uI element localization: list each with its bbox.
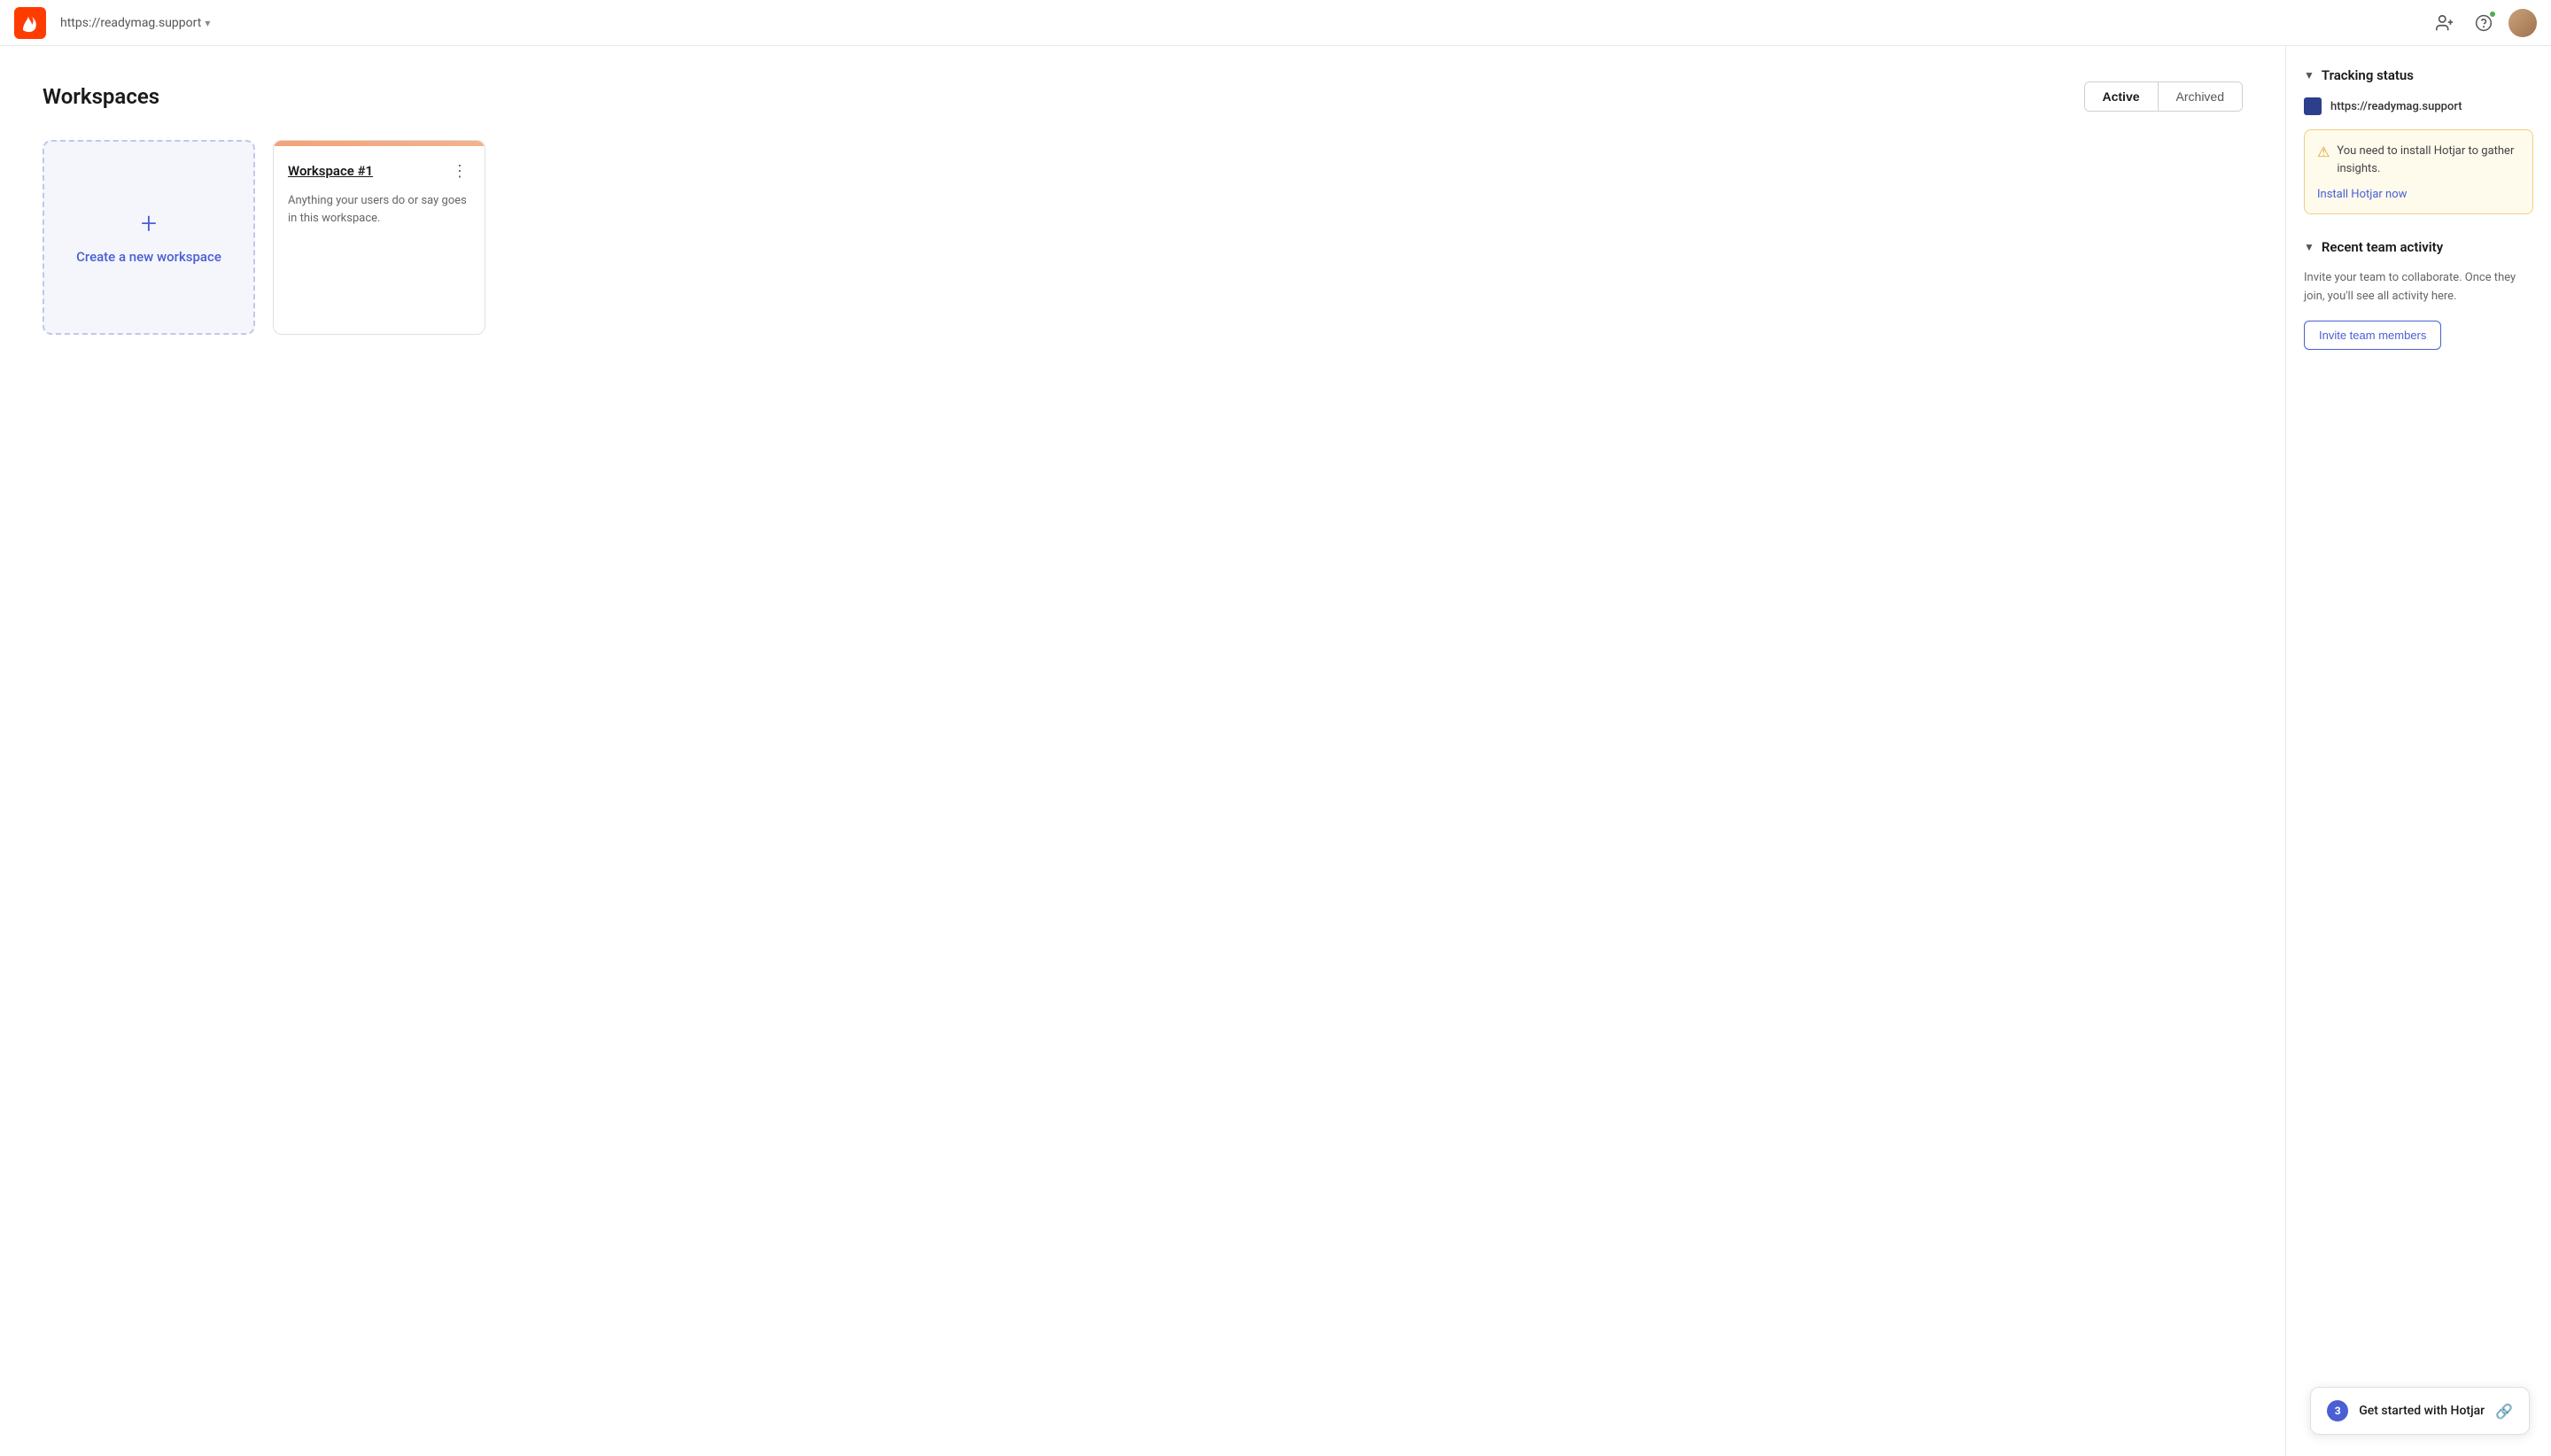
warning-text: You need to install Hotjar to gather ins… — [2337, 143, 2520, 177]
site-url-selector[interactable]: https://readymag.support ▾ — [60, 16, 210, 30]
workspace-card-body: Workspace #1 ⋮ Anything your users do or… — [274, 146, 485, 334]
avatar-image — [2508, 9, 2537, 37]
activity-section-title: Recent team activity — [2322, 239, 2443, 255]
plus-icon: + — [141, 209, 157, 237]
site-url-text: https://readymag.support — [60, 16, 201, 30]
page-title: Workspaces — [43, 84, 159, 109]
filter-tabs: Active Archived — [2084, 81, 2244, 112]
hotjar-logo — [14, 7, 46, 39]
warning-icon: ⚠ — [2317, 143, 2330, 160]
warning-header: ⚠ You need to install Hotjar to gather i… — [2317, 143, 2520, 177]
site-favicon — [2304, 97, 2322, 115]
logo-area[interactable] — [14, 7, 46, 39]
get-started-badge: 3 — [2327, 1400, 2348, 1421]
workspace-1-card: Workspace #1 ⋮ Anything your users do or… — [273, 140, 485, 335]
tracking-status-section: ▼ Tracking status https://readymag.suppo… — [2304, 67, 2533, 214]
create-workspace-card[interactable]: + Create a new workspace — [43, 140, 255, 335]
filter-tab-active[interactable]: Active — [2085, 82, 2159, 111]
tracking-site-url: https://readymag.support — [2330, 100, 2462, 113]
activity-description: Invite your team to collaborate. Once th… — [2304, 269, 2533, 306]
filter-tab-archived[interactable]: Archived — [2159, 82, 2242, 111]
invite-team-members-button[interactable]: Invite team members — [2304, 321, 2441, 350]
activity-section-header[interactable]: ▼ Recent team activity — [2304, 239, 2533, 255]
tracking-site-row: https://readymag.support — [2304, 97, 2533, 115]
recent-activity-section: ▼ Recent team activity Invite your team … — [2304, 239, 2533, 350]
workspace-card-header: Workspace #1 ⋮ — [288, 160, 470, 182]
workspace-name-link[interactable]: Workspace #1 — [288, 163, 373, 179]
main-layout: Workspaces Active Archived + Create a ne… — [0, 46, 2551, 1456]
chevron-down-icon: ▾ — [205, 17, 210, 29]
tracking-status-header[interactable]: ▼ Tracking status — [2304, 67, 2533, 83]
nav-right — [2431, 9, 2537, 37]
tracking-warning-box: ⚠ You need to install Hotjar to gather i… — [2304, 129, 2533, 214]
tracking-section-title: Tracking status — [2322, 67, 2414, 83]
right-sidebar: ▼ Tracking status https://readymag.suppo… — [2285, 46, 2551, 1456]
create-workspace-label: Create a new workspace — [76, 248, 221, 267]
add-user-icon — [2435, 13, 2454, 33]
workspace-menu-button[interactable]: ⋮ — [449, 160, 470, 182]
avatar[interactable] — [2508, 9, 2537, 37]
page-header: Workspaces Active Archived — [43, 81, 2243, 112]
notification-dot — [2489, 11, 2496, 18]
topnav: https://readymag.support ▾ — [0, 0, 2551, 46]
install-hotjar-link[interactable]: Install Hotjar now — [2317, 188, 2407, 201]
workspace-grid: + Create a new workspace Workspace #1 ⋮ … — [43, 140, 2243, 335]
content-area: Workspaces Active Archived + Create a ne… — [0, 46, 2285, 1456]
get-started-link-icon: 🔗 — [2495, 1403, 2513, 1420]
workspace-description: Anything your users do or say goes in th… — [288, 192, 470, 227]
help-button[interactable] — [2470, 9, 2498, 37]
tracking-collapse-arrow: ▼ — [2304, 69, 2315, 81]
activity-collapse-arrow: ▼ — [2304, 241, 2315, 253]
get-started-label: Get started with Hotjar — [2359, 1404, 2485, 1418]
add-user-button[interactable] — [2431, 9, 2459, 37]
get-started-widget[interactable]: 3 Get started with Hotjar 🔗 — [2310, 1387, 2530, 1435]
